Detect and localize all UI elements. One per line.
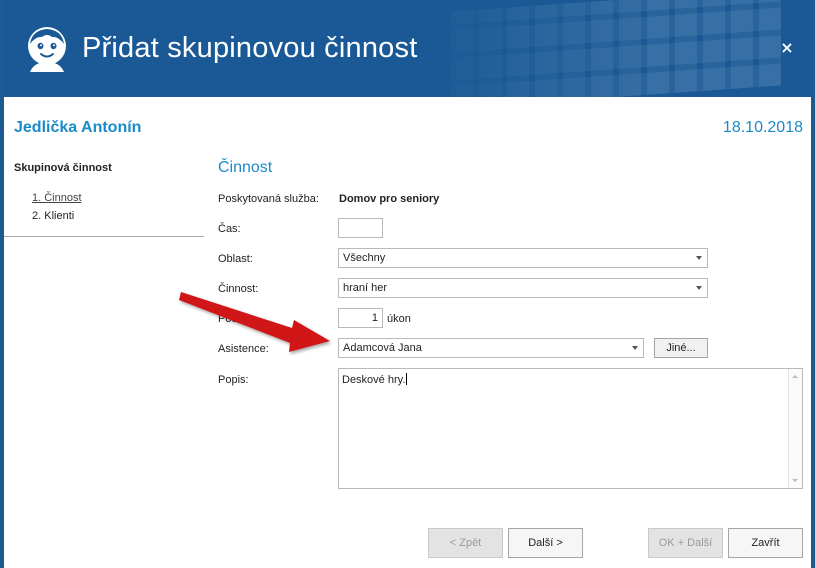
count-input[interactable]: 1: [338, 308, 383, 328]
wizard-nav-title: Skupinová činnost: [14, 162, 112, 174]
area-label: Oblast:: [218, 253, 253, 265]
scroll-down-icon[interactable]: [792, 479, 798, 482]
count-unit: úkon: [387, 313, 411, 325]
wizard-step-cinnost[interactable]: 1. Činnost: [32, 192, 82, 204]
desc-label: Popis:: [218, 374, 249, 386]
area-select[interactable]: Všechny: [338, 248, 708, 268]
chevron-down-icon: [696, 256, 702, 260]
assist-label: Asistence:: [218, 343, 269, 355]
activity-select-value: hraní her: [343, 282, 388, 294]
desc-scrollbar[interactable]: [788, 369, 802, 488]
next-button[interactable]: Další >: [508, 528, 583, 558]
dialog-title: Přidat skupinovou činnost: [82, 32, 418, 64]
area-select-value: Všechny: [343, 252, 386, 264]
chevron-down-icon: [696, 286, 702, 290]
activity-select[interactable]: hraní her: [338, 278, 708, 298]
service-value: Domov pro seniory: [339, 193, 440, 205]
dialog-window: Přidat skupinovou činnost × Jedlička Ant…: [0, 0, 815, 568]
count-label: Počet:: [218, 313, 250, 325]
close-button[interactable]: Zavřít: [728, 528, 803, 558]
time-label: Čas:: [218, 223, 241, 235]
back-button[interactable]: < Zpět: [428, 528, 503, 558]
assist-select[interactable]: Adamcová Jana: [338, 338, 644, 358]
service-label: Poskytovaná služba:: [218, 193, 319, 205]
activity-label: Činnost:: [218, 283, 259, 295]
assist-select-value: Adamcová Jana: [343, 342, 422, 354]
wizard-step-klienti[interactable]: 2. Klienti: [32, 210, 74, 222]
scroll-up-icon[interactable]: [792, 375, 798, 378]
chevron-down-icon: [632, 346, 638, 350]
logo-icon: [28, 27, 66, 72]
desc-text: Deskové hry.: [342, 374, 406, 386]
time-input[interactable]: [338, 218, 383, 238]
nav-divider: [4, 236, 204, 237]
text-cursor: [406, 373, 408, 385]
ok-next-button[interactable]: OK + Další: [648, 528, 723, 558]
section-title: Činnost: [218, 159, 273, 176]
close-icon[interactable]: ×: [777, 38, 797, 58]
assist-other-button[interactable]: Jiné...: [654, 338, 708, 358]
client-name: Jedlička Antonín: [14, 119, 142, 136]
desc-textarea[interactable]: Deskové hry.: [338, 368, 803, 489]
client-date: 18.10.2018: [722, 119, 803, 136]
dialog-header: Přidat skupinovou činnost ×: [4, 0, 811, 97]
